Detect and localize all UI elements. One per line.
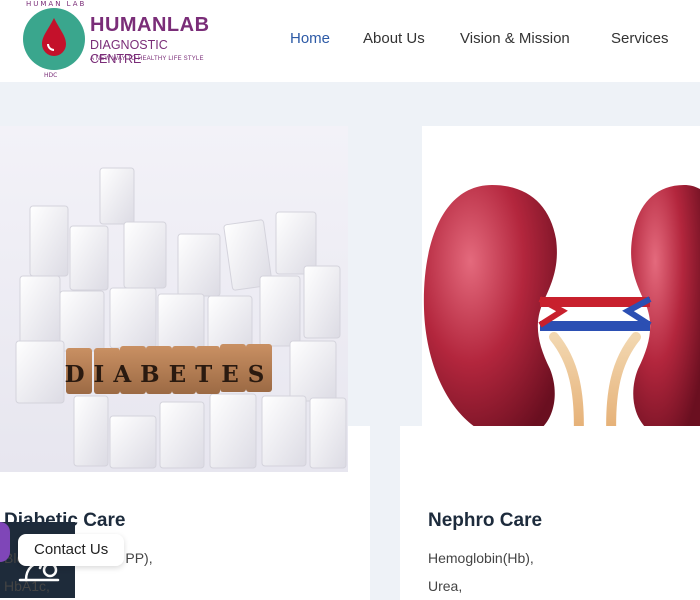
brand-tagline: A NEW WAY TO HEALTHY LIFE STYLE [90, 56, 204, 62]
card-test-line: Hemoglobin(Hb), [428, 550, 534, 566]
card-test-line: HbA1c, [4, 578, 50, 594]
diabetes-sugar-cubes-image: DIABETES [0, 126, 348, 472]
contact-us-button[interactable]: Contact Us [18, 534, 125, 566]
kidney-image [422, 149, 700, 454]
logo-arc-text: HUMAN LAB [26, 0, 87, 8]
nav-about-us[interactable]: About Us [363, 30, 425, 47]
logo-mark: HDC [44, 72, 58, 79]
site-header: HUMAN LAB HDC HUMANLAB DIAGNOSTIC CENTRE… [0, 0, 700, 82]
card-test-line: Urea, [428, 578, 463, 594]
blood-drop-icon [42, 18, 66, 56]
card-title: Diabetic Care [4, 510, 126, 531]
nav-services[interactable]: Services [611, 30, 669, 47]
diabetes-blocks-text: DIABETES [65, 361, 274, 388]
brand-logo[interactable]: HUMAN LAB HDC HUMANLAB DIAGNOSTIC CENTRE… [18, 0, 218, 82]
chat-launcher-icon[interactable] [0, 522, 10, 562]
nav-home[interactable]: Home [290, 30, 330, 47]
service-card-nephro-care-body: Nephro Care Hemoglobin(Hb), Urea, [400, 426, 700, 600]
nav-vision-mission[interactable]: Vision & Mission [460, 30, 570, 47]
service-card-diabetic-care[interactable]: DIABETES Diabetic Care Blood Glucose(FS,… [0, 126, 348, 600]
brand-name: HUMANLAB [90, 14, 210, 36]
card-title: Nephro Care [428, 510, 543, 531]
card-edge [348, 426, 370, 600]
